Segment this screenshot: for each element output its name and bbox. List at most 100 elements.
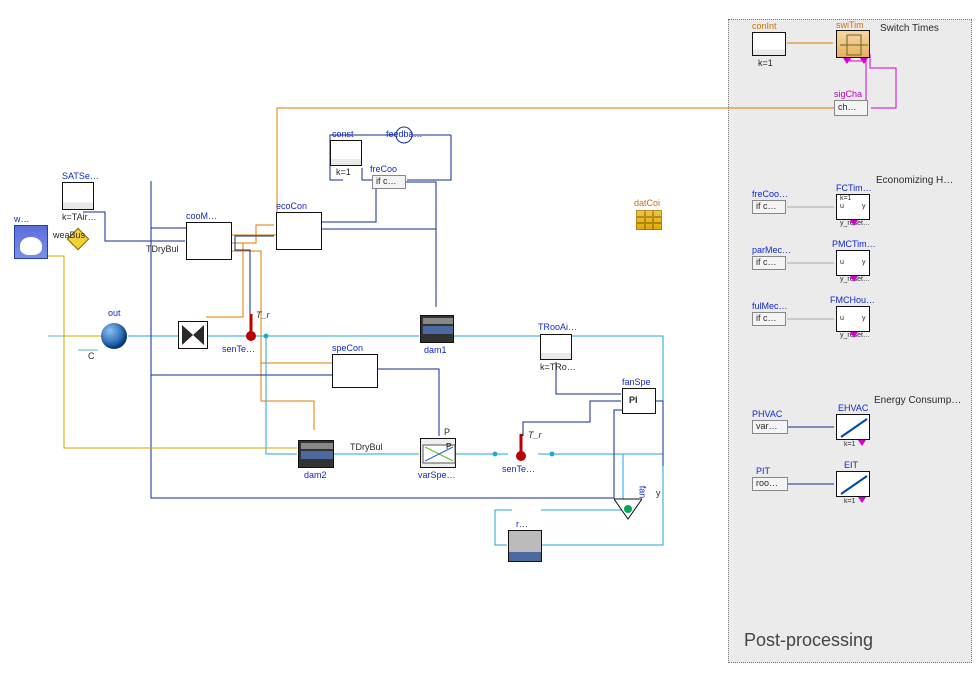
- partial-mechanical-label: parMec…: [752, 245, 791, 255]
- free-cooling-label: freCoo: [370, 164, 397, 174]
- e-hvac-port: [858, 440, 866, 446]
- full-mechanical-sub: if c…: [756, 313, 777, 323]
- pmc-timer-y: y: [862, 259, 866, 266]
- damper-2-block[interactable]: [298, 440, 334, 468]
- economizer-controller-block[interactable]: [276, 212, 322, 250]
- e-hvac-block[interactable]: [836, 414, 870, 440]
- modelica-diagram-canvas[interactable]: { "panel": { "title": "Post-processing",…: [0, 0, 977, 685]
- free-cooling-sub: if c…: [376, 176, 397, 186]
- p-it-label: PIT: [756, 466, 770, 476]
- e-hvac-sub: k=1: [844, 441, 855, 448]
- speed-controller-label: speCon: [332, 343, 363, 353]
- room-air-temp-sub: k=TRo…: [540, 362, 576, 372]
- cooling-mode-label: cooM…: [186, 211, 217, 221]
- sat-setpoint-sub: k=TAir…: [62, 212, 97, 222]
- weather-reader-label: w…: [14, 214, 30, 224]
- switch-times-label: swiTim: [836, 20, 864, 30]
- sensor-temp-2-tr: T_r: [528, 430, 542, 440]
- pi-inner: PI: [629, 395, 661, 405]
- outside-boundary-sub: C: [88, 351, 95, 361]
- economizing-header: Economizing H…: [876, 175, 953, 186]
- p-hvac-label: PHVAC: [752, 409, 782, 419]
- full-mechanical-label: fulMec…: [752, 301, 788, 311]
- damper-icon: [421, 316, 455, 344]
- dat-coil-record[interactable]: [636, 210, 662, 230]
- free-cooling-2-sub: if c…: [756, 201, 777, 211]
- damper-1-block[interactable]: [420, 315, 454, 343]
- weabus-label: weaBus: [53, 230, 85, 240]
- sensor-temp-1-label: senTe…: [222, 344, 255, 354]
- pmc-timer-u: u: [840, 259, 844, 266]
- room-air-temp-label: TRooAi…: [538, 322, 577, 332]
- variable-speed-block[interactable]: P: [420, 438, 456, 468]
- signal-change-label: sigCha: [834, 89, 862, 99]
- fc-timer-y: y: [862, 203, 866, 210]
- sensor-temp-2-label: senTe…: [502, 464, 535, 474]
- room-air-temp-block[interactable]: [540, 334, 572, 360]
- integrator-icon: [837, 415, 871, 441]
- fc-timer-label: FCTim…: [836, 183, 872, 193]
- outside-boundary-label: out: [108, 308, 121, 318]
- pmc-timer-label: PMCTim…: [832, 239, 876, 249]
- post-processing-title: Post-processing: [744, 630, 873, 651]
- const-label: const: [332, 129, 354, 139]
- e-it-block[interactable]: [836, 471, 870, 497]
- damper-icon: [299, 441, 335, 469]
- economizer-controller-label: ecoCon: [276, 201, 307, 211]
- switch-times-block[interactable]: [836, 30, 870, 58]
- con-int-sub: k=1: [758, 58, 773, 68]
- const-block[interactable]: [330, 140, 362, 166]
- variable-speed-inner: P: [444, 427, 450, 437]
- svg-text:P: P: [446, 442, 451, 451]
- outside-boundary-block[interactable]: [96, 318, 132, 354]
- partial-mechanical-sub: if c…: [756, 257, 777, 267]
- swi-tim-port-1: [843, 58, 851, 64]
- room-block[interactable]: [508, 530, 542, 562]
- const-sub: k=1: [336, 167, 351, 177]
- fmc-hours-port: [850, 332, 858, 338]
- p-hvac-sub: var…: [756, 421, 778, 431]
- e-it-port: [858, 497, 866, 503]
- tdrybul-label-1: TDryBul: [146, 244, 179, 254]
- feedback-label: feedba…: [386, 129, 423, 139]
- damper-block-valve-icon[interactable]: [178, 321, 208, 349]
- con-int-block[interactable]: [752, 32, 786, 56]
- coil-icon: P: [421, 439, 457, 469]
- swi-tim-port-2: [860, 58, 868, 64]
- sensor-temp-1-tr: T_r: [256, 310, 270, 320]
- fan-block[interactable]: [614, 495, 642, 523]
- sat-setpoint-label: SATSe…: [62, 171, 99, 181]
- integrator-icon: [837, 472, 871, 498]
- pmc-timer-port: [850, 276, 858, 282]
- p-it-sub: roo…: [756, 478, 778, 488]
- free-cooling-2-label: freCoo…: [752, 189, 788, 199]
- signal-change-sub: ch…: [838, 102, 857, 112]
- e-hvac-label: EHVAC: [838, 403, 868, 413]
- fan-y-label: y: [656, 488, 661, 498]
- room-label: r…: [516, 519, 528, 529]
- timer-icon: [837, 31, 871, 59]
- e-it-sub: k=1: [844, 498, 855, 505]
- cooling-mode-block[interactable]: [186, 222, 232, 260]
- damper-2-label: dam2: [304, 470, 327, 480]
- damper-1-label: dam1: [424, 345, 447, 355]
- dat-coil-label: datCoi: [634, 198, 660, 208]
- speed-controller-block[interactable]: [332, 354, 378, 388]
- fan-icon: [614, 495, 642, 523]
- fan-label: fan: [637, 486, 647, 499]
- sat-setpoint-block[interactable]: [62, 182, 94, 210]
- fc-timer-u: u: [840, 203, 844, 210]
- e-it-label: EIT: [844, 460, 858, 470]
- energy-consumption-header: Energy Consump…: [874, 395, 961, 406]
- fc-timer-port: [850, 220, 858, 226]
- valve-icon: [182, 325, 204, 345]
- switch-times-header: Switch Times: [880, 23, 939, 34]
- weather-reader-block[interactable]: [14, 225, 48, 259]
- con-int-label: conInt: [752, 21, 777, 31]
- fan-speed-pi-label: fanSpe: [622, 377, 651, 387]
- fan-speed-pi-block[interactable]: PI: [622, 388, 656, 414]
- fmc-hours-u: u: [840, 315, 844, 322]
- fc-timer-k: k=1: [840, 195, 851, 202]
- tdrybul-label-2: TDryBul: [350, 442, 383, 452]
- variable-speed-label: varSpe…: [418, 470, 456, 480]
